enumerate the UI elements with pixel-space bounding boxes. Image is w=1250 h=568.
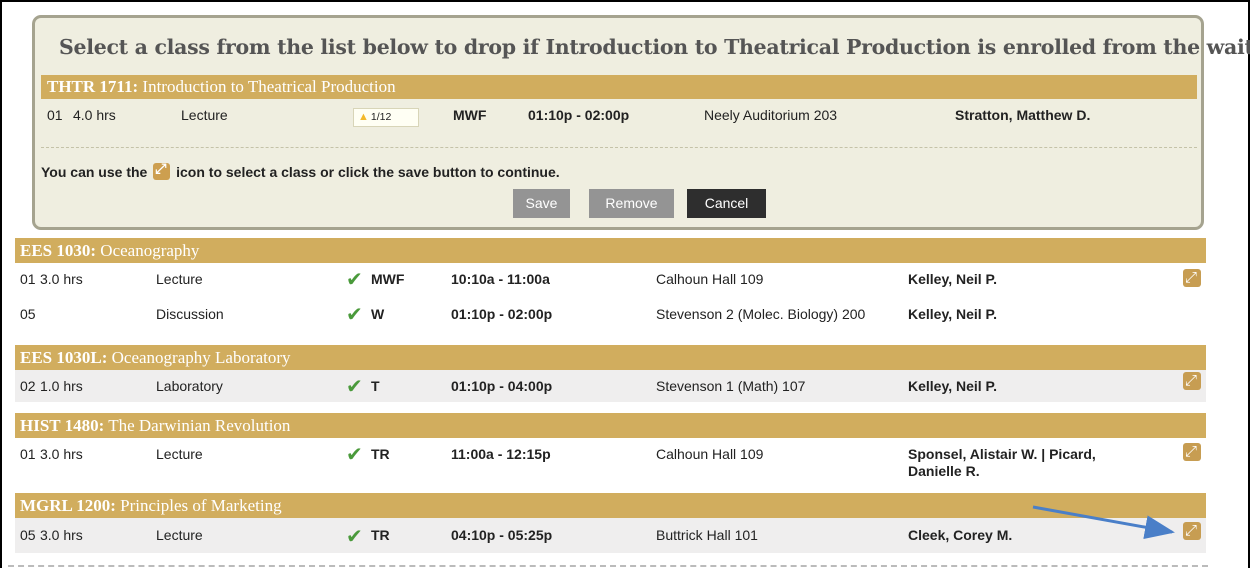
- check-icon: ✔: [346, 374, 363, 398]
- frame-top-border: [0, 0, 1250, 2]
- check-icon: ✔: [346, 302, 363, 326]
- course-name: Introduction to Theatrical Production: [138, 77, 396, 96]
- swap-icon[interactable]: [1183, 371, 1201, 390]
- section-time: 10:10a - 11:00a: [451, 271, 550, 287]
- course-name: Oceanography Laboratory: [107, 348, 291, 367]
- section-number: 05: [20, 527, 36, 543]
- save-button[interactable]: Save: [513, 189, 570, 218]
- section-instructor: Stratton, Matthew D.: [955, 107, 1091, 123]
- instructions-text-start: You can use the: [41, 164, 152, 180]
- section-days: TR: [371, 446, 390, 462]
- course-header: EES 1030L: Oceanography Laboratory: [15, 345, 1206, 370]
- section-time: 01:10p - 02:00p: [528, 107, 630, 123]
- warning-icon: ▲: [358, 111, 369, 123]
- instructions-text-end: icon to select a class or click the save…: [172, 164, 560, 180]
- course-name: Oceanography: [96, 241, 200, 260]
- swap-icon: [153, 161, 171, 180]
- section-type: Lecture: [181, 107, 228, 123]
- section-type: Discussion: [156, 306, 224, 322]
- section-row: 05 3.0 hrs Lecture ✔ TR 04:10p - 05:25p …: [15, 518, 1206, 553]
- section-number: 01: [47, 107, 63, 123]
- section-instructor: Cleek, Corey M.: [908, 527, 1013, 543]
- waitlist-position: 1/12: [370, 111, 392, 123]
- divider: [41, 147, 1197, 148]
- section-location: Stevenson 1 (Math) 107: [656, 378, 806, 394]
- waitlist-position-badge: ▲ 1/12: [353, 108, 419, 127]
- section-hours: 3.0 hrs: [40, 446, 83, 462]
- check-icon: ✔: [346, 267, 363, 291]
- section-location: Calhoun Hall 109: [656, 271, 764, 287]
- section-number: 02: [20, 378, 36, 394]
- section-time: 01:10p - 02:00p: [451, 306, 553, 322]
- section-type: Laboratory: [156, 378, 223, 394]
- section-time: 01:10p - 04:00p: [451, 378, 553, 394]
- section-hours: 1.0 hrs: [40, 378, 83, 394]
- waitlist-section-row: 01 4.0 hrs Lecture ▲ 1/12 MWF 01:10p - 02…: [41, 99, 1197, 131]
- swap-icon[interactable]: [1183, 268, 1201, 287]
- section-hours: 3.0 hrs: [40, 527, 83, 543]
- dialog-instructions: You can use the icon to select a class o…: [41, 161, 560, 180]
- course-code: THTR 1711:: [47, 77, 139, 96]
- section-location: Neely Auditorium 203: [704, 107, 838, 123]
- section-days: T: [371, 378, 380, 394]
- section-instructor: Kelley, Neil P.: [908, 378, 997, 394]
- divider: [8, 565, 1208, 567]
- section-time: 04:10p - 05:25p: [451, 527, 553, 543]
- section-hours: 3.0 hrs: [40, 271, 83, 287]
- section-row: 05 Discussion ✔ W 01:10p - 02:00p Steven…: [15, 298, 1206, 335]
- section-number: 01: [20, 446, 36, 462]
- section-days: MWF: [371, 271, 405, 287]
- section-time: 11:00a - 12:15p: [451, 446, 551, 462]
- section-hours: 4.0 hrs: [73, 107, 116, 123]
- section-number: 05: [20, 306, 36, 322]
- cancel-button[interactable]: Cancel: [687, 189, 766, 218]
- course-name: The Darwinian Revolution: [104, 416, 291, 435]
- course-code: HIST 1480:: [20, 416, 105, 435]
- course-name: Principles of Marketing: [115, 496, 282, 515]
- remove-button[interactable]: Remove: [589, 189, 674, 218]
- section-number: 01: [20, 271, 36, 287]
- section-instructor: Kelley, Neil P.: [908, 271, 997, 287]
- section-location: Buttrick Hall 101: [656, 527, 758, 543]
- drop-class-dialog: Select a class from the list below to dr…: [32, 15, 1250, 230]
- course-code: EES 1030:: [20, 241, 97, 260]
- course-header: HIST 1480: The Darwinian Revolution: [15, 413, 1206, 438]
- section-row: 01 3.0 hrs Lecture ✔ MWF 10:10a - 11:00a…: [15, 263, 1206, 298]
- course-code: MGRL 1200:: [20, 496, 116, 515]
- section-instructor: Sponsel, Alistair W. | Picard, Danielle …: [908, 446, 1096, 479]
- section-type: Lecture: [156, 446, 203, 462]
- section-row: 02 1.0 hrs Laboratory ✔ T 01:10p - 04:00…: [15, 370, 1206, 402]
- course-code: EES 1030L:: [20, 348, 108, 367]
- check-icon: ✔: [346, 442, 363, 466]
- section-type: Lecture: [156, 271, 203, 287]
- section-days: TR: [371, 527, 390, 543]
- frame-left-border: [0, 0, 2, 568]
- course-header: MGRL 1200: Principles of Marketing: [15, 493, 1206, 518]
- section-days: MWF: [453, 107, 487, 123]
- section-instructor: Kelley, Neil P.: [908, 306, 997, 322]
- waitlist-course-header: THTR 1711: Introduction to Theatrical Pr…: [41, 75, 1197, 99]
- section-type: Lecture: [156, 527, 203, 543]
- swap-icon[interactable]: [1183, 521, 1201, 540]
- section-row: 01 3.0 hrs Lecture ✔ TR 11:00a - 12:15p …: [15, 438, 1206, 484]
- section-location: Calhoun Hall 109: [656, 446, 764, 462]
- dialog-title: Select a class from the list below to dr…: [59, 35, 1250, 59]
- section-location: Stevenson 2 (Molec. Biology) 200: [656, 306, 866, 322]
- check-icon: ✔: [346, 524, 363, 548]
- swap-icon[interactable]: [1183, 442, 1201, 461]
- course-header: EES 1030: Oceanography: [15, 238, 1206, 263]
- section-days: W: [371, 306, 385, 322]
